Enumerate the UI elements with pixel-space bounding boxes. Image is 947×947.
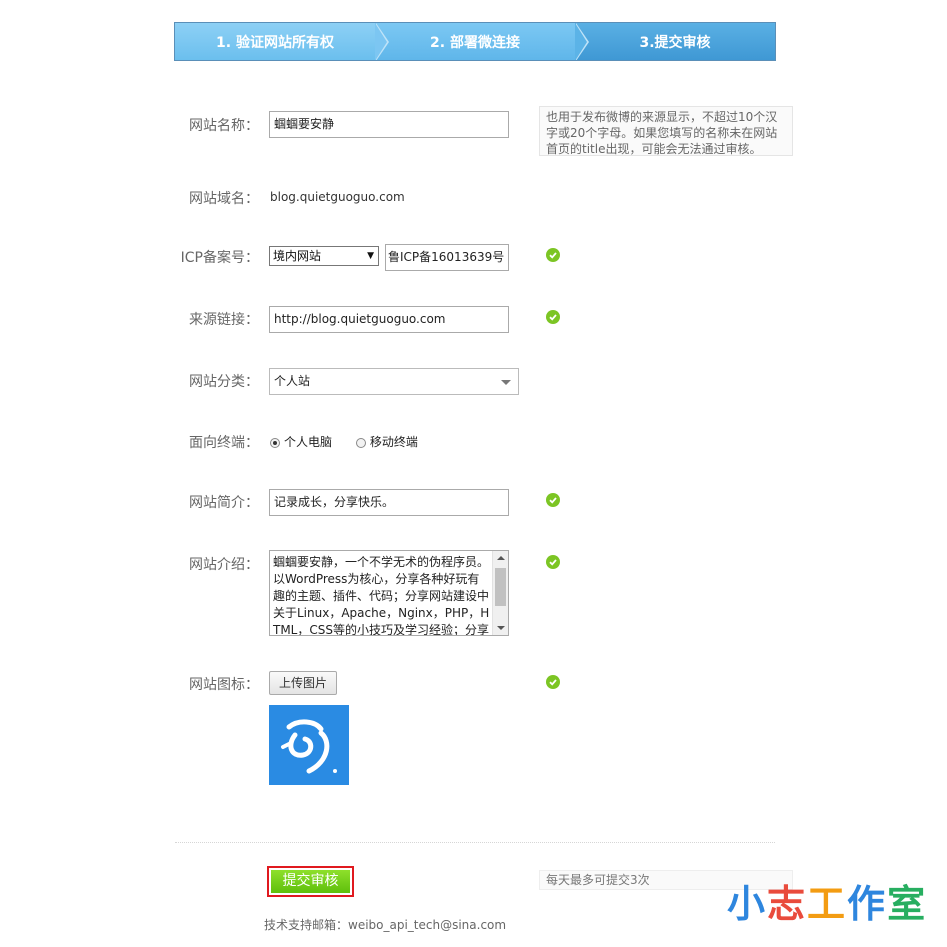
scroll-up-icon[interactable] (497, 556, 505, 560)
dropdown-arrow-icon: ▼ (367, 251, 374, 261)
scroll-thumb[interactable] (495, 568, 506, 606)
intro-textarea[interactable]: 蝈蝈要安静，一个不学无术的伪程序员。以WordPress为核心，分享各种好玩有趣… (269, 550, 509, 636)
watermark-char: 作 (847, 882, 888, 926)
site-domain-label: 网站域名： (189, 191, 259, 207)
icp-label: ICP备案号： (180, 250, 259, 266)
section-divider (175, 842, 775, 843)
site-domain-value: blog.quietguoguo.com (270, 190, 405, 204)
terminal-radio-group: 个人电脑 移动终端 (270, 433, 418, 450)
icon-label: 网站图标： (189, 677, 259, 693)
source-valid-check-icon (546, 310, 560, 324)
icp-valid-check-icon (546, 248, 560, 262)
intro-valid-check-icon (546, 555, 560, 569)
intro-scrollbar[interactable] (492, 551, 508, 635)
upload-image-button[interactable]: 上传图片 (269, 671, 337, 695)
intro-text: 蝈蝈要安静，一个不学无术的伪程序员。以WordPress为核心，分享各种好玩有趣… (273, 555, 490, 636)
site-name-hint: 也用于发布微博的来源显示，不超过10个汉字或20个字母。如果您填写的名称未在网站… (539, 106, 793, 156)
step-verify-ownership: 1. 验证网站所有权 (175, 23, 389, 60)
site-logo-image (269, 705, 349, 785)
site-name-label: 网站名称： (189, 118, 259, 134)
icp-number-input[interactable]: 鲁ICP备16013639号 (385, 244, 509, 271)
radio-checked-icon (270, 437, 280, 448)
summary-input[interactable]: 记录成长，分享快乐。 (269, 489, 509, 516)
site-name-input[interactable]: 蝈蝈要安静 (269, 111, 509, 138)
intro-label: 网站介绍： (189, 557, 259, 573)
step-deploy-connection: 2. 部署微连接 (375, 23, 589, 60)
step-submit-review: 3.提交审核 (575, 23, 775, 60)
support-email: 技术支持邮箱：weibo_api_tech@sina.com (264, 918, 507, 932)
category-label: 网站分类： (189, 374, 259, 390)
terminal-option-pc[interactable]: 个人电脑 (270, 435, 332, 449)
watermark-char: 室 (887, 882, 928, 926)
site-logo-icon (281, 719, 337, 774)
terminal-label: 面向终端： (189, 435, 259, 451)
icon-valid-check-icon (546, 675, 560, 689)
summary-valid-check-icon (546, 493, 560, 507)
scroll-down-icon[interactable] (497, 626, 505, 630)
watermark-char: 小 (727, 882, 768, 926)
icp-type-select[interactable]: 境内网站 ▼ (269, 246, 379, 266)
source-link-label: 来源链接： (189, 312, 259, 328)
submit-review-button[interactable]: 提交审核 (267, 866, 354, 897)
step-progress-bar: 1. 验证网站所有权 2. 部署微连接 3.提交审核 (174, 22, 776, 61)
watermark-char: 志 (767, 882, 808, 926)
radio-unchecked-icon (355, 437, 366, 448)
summary-label: 网站简介： (189, 495, 259, 511)
watermark-char: 工 (807, 882, 848, 926)
terminal-option-mobile[interactable]: 移动终端 (355, 435, 418, 449)
category-select[interactable]: 个人站 (269, 368, 519, 395)
watermark-logo: 小志工作室 (727, 873, 927, 928)
source-link-input[interactable]: http://blog.quietguoguo.com (269, 306, 509, 333)
dropdown-arrow-icon (501, 380, 511, 385)
